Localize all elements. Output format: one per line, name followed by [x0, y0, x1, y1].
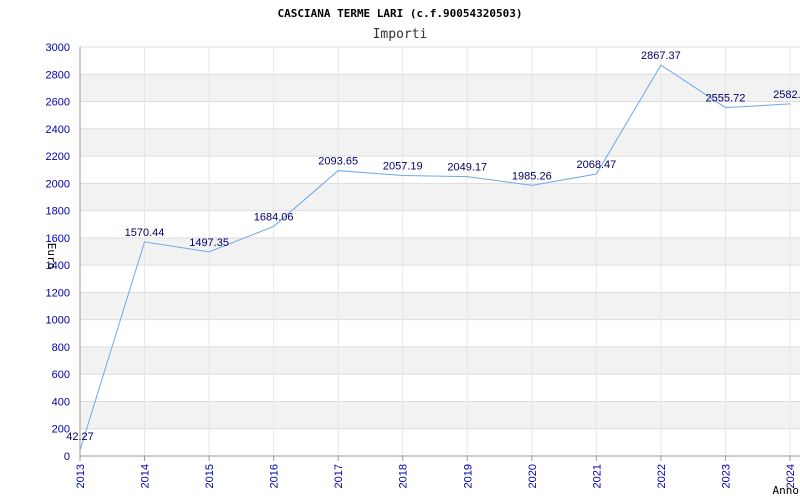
grid-band: [80, 346, 800, 375]
data-label: 1570.44: [125, 227, 165, 239]
data-label: 42.27: [66, 431, 94, 443]
data-label: 2555.72: [706, 93, 746, 105]
data-label: 2093.65: [318, 156, 358, 168]
y-tick-label: 600: [52, 369, 70, 381]
y-tick-label: 1800: [46, 206, 70, 218]
x-tick-label: 2015: [204, 464, 216, 488]
y-tick-label: 2400: [46, 124, 70, 136]
y-tick-label: 2800: [46, 69, 70, 81]
data-label: 2582.5: [773, 89, 800, 101]
plot-background: [80, 74, 800, 429]
data-label: 1497.35: [189, 237, 229, 249]
y-tick-label: 1200: [46, 287, 70, 299]
grid-band: [80, 401, 800, 429]
x-tick-label: 2023: [720, 464, 732, 488]
y-tick-label: 0: [64, 451, 70, 463]
y-tick-label: 400: [52, 396, 70, 408]
x-tick-label: 2013: [75, 464, 87, 488]
y-axis-title: Euro: [45, 243, 58, 270]
x-tick-label: 2021: [591, 464, 603, 488]
y-tick-label: 2000: [46, 178, 70, 190]
data-label: 2068.47: [576, 159, 616, 171]
chart-subtitle: Importi: [373, 27, 428, 42]
x-tick-label: 2017: [333, 464, 345, 488]
x-axis-ticks: 2013 2014 2015 2016 2017 2018 2019 2020 2021 2022…: [75, 456, 797, 488]
chart: CASCIANA TERME LARI (c.f.90054320503) Im…: [45, 7, 800, 497]
chart-title: CASCIANA TERME LARI (c.f.90054320503): [277, 7, 522, 20]
x-tick-label: 2018: [398, 464, 410, 488]
grid-band: [80, 292, 800, 320]
grid-band: [80, 74, 800, 102]
data-label: 2049.17: [447, 162, 487, 174]
x-axis-title: Anno: [773, 484, 800, 497]
grid-band: [80, 183, 800, 211]
x-tick-label: 2020: [527, 464, 539, 488]
grid-band: [80, 128, 800, 157]
data-label: 1684.06: [254, 211, 294, 223]
y-tick-label: 1000: [46, 315, 70, 327]
data-label: 2867.37: [641, 50, 681, 62]
grid-band: [80, 237, 800, 266]
data-label: 1985.26: [512, 170, 552, 182]
y-tick-label: 2600: [46, 97, 70, 109]
y-tick-label: 2200: [46, 151, 70, 163]
x-tick-label: 2019: [462, 464, 474, 488]
x-tick-label: 2014: [140, 464, 152, 488]
y-tick-label: 800: [52, 342, 70, 354]
data-label: 2057.19: [383, 161, 423, 173]
y-tick-label: 3000: [46, 42, 70, 54]
x-tick-label: 2016: [269, 464, 281, 488]
x-tick-label: 2022: [656, 464, 668, 488]
